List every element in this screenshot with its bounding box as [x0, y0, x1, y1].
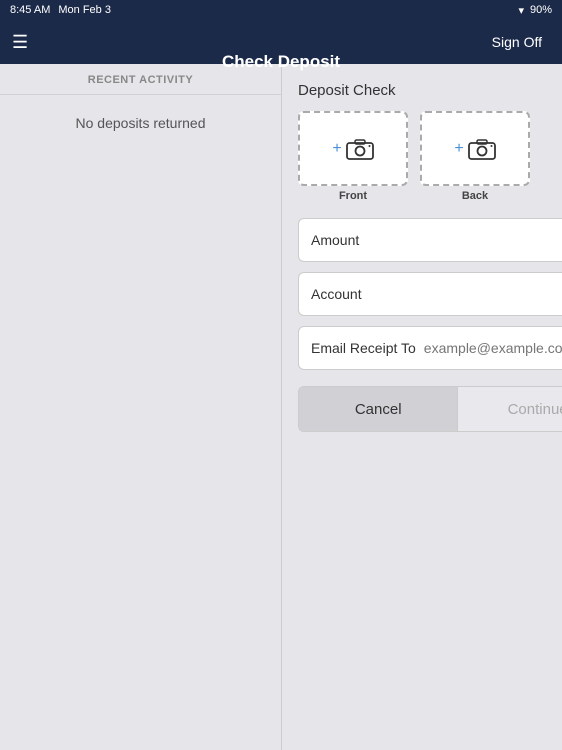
status-left: 8:45 AM Mon Feb 3 — [10, 4, 111, 16]
nav-title: Check Deposit — [222, 52, 340, 72]
back-camera-icon — [468, 138, 496, 160]
cancel-button[interactable]: Cancel — [299, 387, 458, 431]
front-photo-wrap: + Front — [298, 111, 408, 202]
amount-row[interactable]: Amount › — [298, 218, 562, 262]
continue-button[interactable]: Continue — [458, 387, 562, 431]
front-plus-icon: + — [332, 140, 341, 158]
back-photo-button[interactable]: + — [420, 111, 530, 186]
account-label: Account — [311, 286, 362, 302]
status-time: 8:45 AM — [10, 4, 50, 16]
back-label: Back — [462, 190, 488, 202]
back-plus-icon: + — [454, 140, 463, 158]
hamburger-icon[interactable]: ☰ — [12, 33, 28, 51]
account-row[interactable]: Account › — [298, 272, 562, 316]
email-input[interactable] — [424, 340, 562, 356]
status-bar: 8:45 AM Mon Feb 3 ▾ 90% — [0, 0, 562, 20]
main-content: RECENT ACTIVITY No deposits returned Dep… — [0, 64, 562, 750]
front-photo-button[interactable]: + — [298, 111, 408, 186]
deposit-check-title: Deposit Check — [298, 82, 562, 99]
left-panel: RECENT ACTIVITY No deposits returned — [0, 64, 282, 750]
status-date: Mon Feb 3 — [58, 4, 111, 16]
battery-status: 90% — [530, 4, 552, 16]
status-right: ▾ 90% — [518, 4, 552, 17]
front-label: Front — [339, 190, 367, 202]
no-deposits-message: No deposits returned — [0, 95, 281, 151]
email-receipt-label: Email Receipt To — [311, 340, 416, 356]
nav-bar: ☰ Check Deposit Sign Off — [0, 20, 562, 64]
email-row: Email Receipt To — [298, 326, 562, 370]
wifi-icon: ▾ — [518, 4, 524, 17]
amount-label: Amount — [311, 232, 359, 248]
front-camera-icon — [346, 138, 374, 160]
back-photo-wrap: + Back — [420, 111, 530, 202]
right-panel: Deposit Check + Front + — [282, 64, 562, 750]
sign-off-button[interactable]: Sign Off — [484, 30, 550, 54]
action-row: Cancel Continue — [298, 386, 562, 432]
photo-row: + Front + — [298, 111, 562, 202]
